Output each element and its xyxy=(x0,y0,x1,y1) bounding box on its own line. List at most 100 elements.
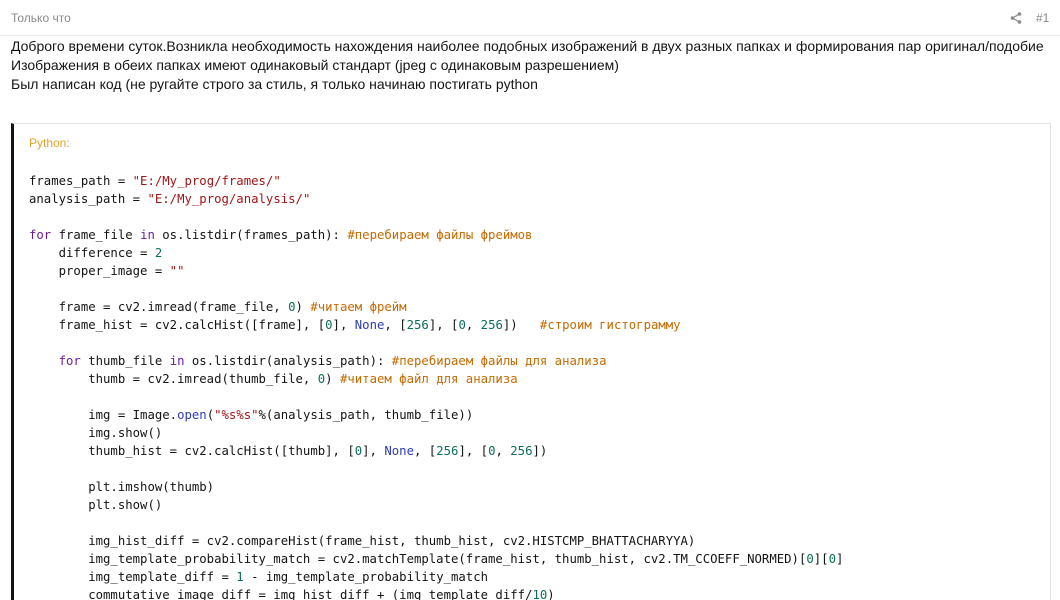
code-token: "" xyxy=(169,264,185,278)
code-line: frames_path = "E:/My_prog/frames/" xyxy=(29,172,843,190)
code-token: frame = cv2.imread(frame_file, xyxy=(29,300,289,314)
code-token: 0 xyxy=(806,552,814,566)
code-line: plt.imshow(thumb) xyxy=(29,478,843,496)
code-line: commutative_image_diff = img_hist_diff +… xyxy=(29,586,843,600)
code-line: frame_hist = cv2.calcHist([frame], [0], … xyxy=(29,316,843,334)
code-token: frame_hist = cv2.calcHist([frame], [ xyxy=(29,318,326,332)
code-token: %(analysis_path, thumb_file)) xyxy=(258,408,474,422)
code-token: #читаем файл для анализа xyxy=(339,372,518,386)
post-header: Только что #1 xyxy=(0,0,1060,36)
code-line: analysis_path = "E:/My_prog/analysis/" xyxy=(29,190,843,208)
code-token: 0 xyxy=(458,318,466,332)
code-content: frames_path = "E:/My_prog/frames/" analys… xyxy=(29,172,843,600)
post-number-link[interactable]: #1 xyxy=(1036,11,1049,25)
code-token: ] xyxy=(835,552,844,566)
code-token: ) xyxy=(547,588,555,600)
code-token: "E:/My_prog/frames/" xyxy=(132,174,281,188)
code-token: , [ xyxy=(384,318,407,332)
code-token: 256 xyxy=(510,444,533,458)
code-token: "E:/My_prog/analysis/" xyxy=(147,192,311,206)
code-token: img = Image. xyxy=(29,408,178,422)
code-token: ], xyxy=(332,318,355,332)
code-token: 256 xyxy=(436,444,459,458)
code-token: ) xyxy=(325,372,340,386)
message-paragraph: Изображения в обеих папках имеют одинако… xyxy=(11,57,619,73)
code-token: #перебираем файлы фреймов xyxy=(347,228,533,242)
code-line: plt.show() xyxy=(29,496,843,514)
code-token: ) xyxy=(295,300,311,314)
code-token: ( xyxy=(206,408,215,422)
code-token: os.listdir(frames_path): xyxy=(154,228,348,242)
post-timestamp-link[interactable]: Только что xyxy=(11,11,71,25)
message-paragraph: Доброго времени суток.Возникла необходим… xyxy=(11,38,1044,54)
code-token: in xyxy=(169,354,185,368)
code-token: img.show() xyxy=(29,426,163,440)
code-token: os.listdir(analysis_path): xyxy=(184,354,392,368)
code-line: thumb_hist = cv2.calcHist([thumb], [0], … xyxy=(29,442,843,460)
code-token: frames_path = xyxy=(29,174,133,188)
code-token: None xyxy=(354,318,385,332)
code-line: img.show() xyxy=(29,424,843,442)
code-token: img_template_diff = xyxy=(29,570,237,584)
code-token: thumb = cv2.imread(thumb_file, xyxy=(29,372,318,386)
post-message: Доброго времени суток.Возникла необходим… xyxy=(11,37,1051,94)
code-token: for xyxy=(58,354,81,368)
code-token: , xyxy=(495,444,511,458)
code-token: None xyxy=(384,444,414,458)
code-token: thumb_hist = cv2.calcHist([thumb], [ xyxy=(29,444,355,458)
forum-post: Только что #1 Доброго времени суток.Возн… xyxy=(0,0,1060,600)
code-line: thumb = cv2.imread(thumb_file, 0) #читае… xyxy=(29,370,843,388)
code-line: img = Image.open("%s%s"%(analysis_path, … xyxy=(29,406,843,424)
code-token: ], [ xyxy=(428,318,459,332)
code-token: 1 xyxy=(236,570,244,584)
code-token: ], xyxy=(362,444,385,458)
code-token: #читаем фрейм xyxy=(310,300,407,314)
code-token: , xyxy=(465,318,481,332)
code-token: thumb_file xyxy=(80,354,170,368)
code-token: "%s%s" xyxy=(214,408,259,422)
message-paragraph: Был написан код (не ругайте строго за ст… xyxy=(11,76,538,92)
code-token: proper_image = xyxy=(29,264,170,278)
code-token: 0 xyxy=(288,300,296,314)
code-token: 10 xyxy=(532,588,548,600)
code-token: 256 xyxy=(480,318,503,332)
code-token: #перебираем файлы для анализа xyxy=(391,354,607,368)
code-token: 0 xyxy=(325,318,333,332)
code-token: commutative_image_diff = img_hist_diff +… xyxy=(29,588,533,600)
code-token: ]) xyxy=(502,318,540,332)
code-token: #строим гистограмму xyxy=(539,318,681,332)
code-token: 256 xyxy=(406,318,429,332)
code-block: Python: frames_path = "E:/My_prog/frames… xyxy=(11,123,1051,600)
code-token: ][ xyxy=(813,552,829,566)
code-token: ], [ xyxy=(458,444,489,458)
share-icon[interactable] xyxy=(1009,11,1023,25)
code-language-label: Python: xyxy=(29,136,70,150)
code-token: 0 xyxy=(828,552,836,566)
code-token: 2 xyxy=(154,246,163,260)
code-token: for xyxy=(29,228,52,242)
code-line: proper_image = "" xyxy=(29,262,843,280)
code-line: difference = 2 xyxy=(29,244,843,262)
code-line: img_template_diff = 1 - img_template_pro… xyxy=(29,568,843,586)
code-token: ]) xyxy=(532,444,548,458)
code-line: for frame_file in os.listdir(frames_path… xyxy=(29,226,843,244)
code-token: analysis_path = xyxy=(29,192,148,206)
code-line: img_hist_diff = cv2.compareHist(frame_hi… xyxy=(29,532,843,550)
code-token: in xyxy=(140,228,155,242)
code-token: plt.imshow(thumb) xyxy=(29,480,215,494)
code-token: plt.show() xyxy=(29,498,163,512)
code-token: open xyxy=(177,408,207,422)
code-line: frame = cv2.imread(frame_file, 0) #читае… xyxy=(29,298,843,316)
code-token: frame_file xyxy=(51,228,141,242)
code-token: - img_template_probability_match xyxy=(243,570,489,584)
code-token: img_template_probability_match = cv2.mat… xyxy=(29,552,807,566)
code-token: img_hist_diff = cv2.compareHist(frame_hi… xyxy=(29,534,696,548)
code-line: img_template_probability_match = cv2.mat… xyxy=(29,550,843,568)
code-line: for thumb_file in os.listdir(analysis_pa… xyxy=(29,352,843,370)
